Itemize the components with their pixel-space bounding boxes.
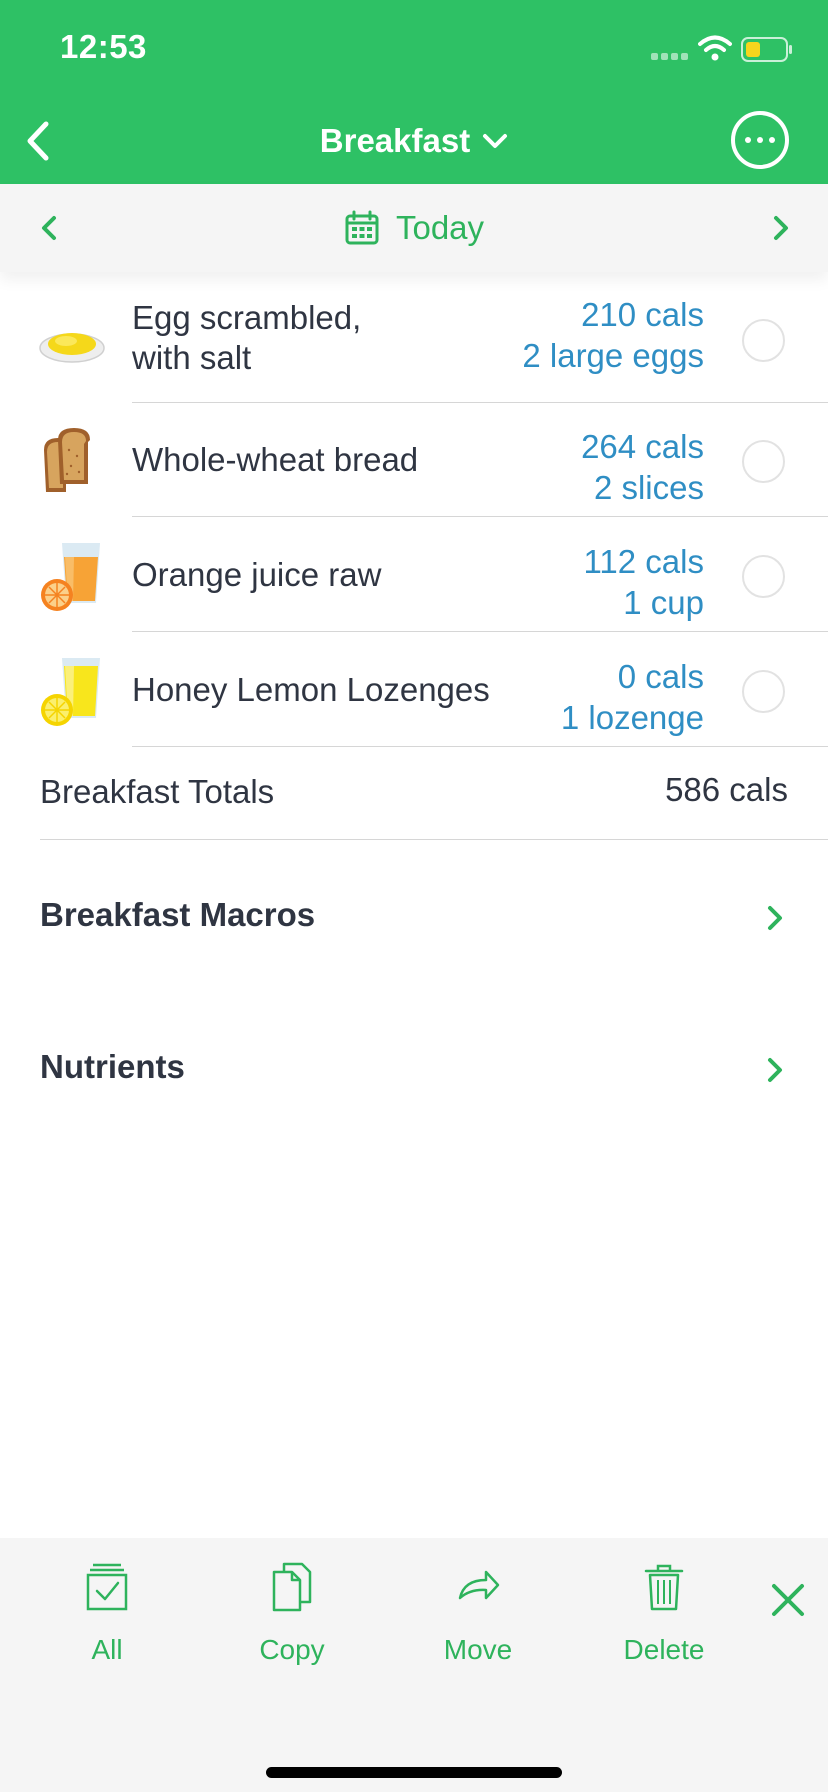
food-calories-amount: 264 cals 2 slices bbox=[581, 428, 704, 506]
row-divider bbox=[132, 746, 828, 747]
breakfast-macros-row[interactable]: Breakfast Macros bbox=[0, 878, 828, 958]
delete-button[interactable]: Delete bbox=[584, 1562, 744, 1682]
food-row-honey-lemon[interactable]: Honey Lemon Lozenges 0 cals 1 lozenge bbox=[0, 632, 828, 747]
app-header: 12:53 Breakfast bbox=[0, 0, 828, 184]
wifi-icon bbox=[698, 35, 732, 61]
totals-divider bbox=[40, 839, 828, 840]
lemon-drink-icon bbox=[41, 658, 100, 726]
tool-label: All bbox=[91, 1634, 123, 1665]
food-name: Honey Lemon Lozenges bbox=[132, 671, 490, 708]
next-day-button[interactable] bbox=[760, 206, 800, 250]
more-options-button[interactable] bbox=[731, 111, 789, 169]
move-button[interactable]: Move bbox=[398, 1562, 558, 1682]
date-navigation: Today bbox=[0, 184, 828, 272]
food-name: Whole-wheat bread bbox=[132, 441, 419, 478]
orange-juice-icon bbox=[41, 543, 100, 611]
calendar-icon bbox=[345, 210, 379, 245]
food-calories-amount: 210 cals 2 large eggs bbox=[522, 296, 704, 374]
select-all-button[interactable]: All bbox=[27, 1562, 187, 1682]
bread-icon bbox=[44, 428, 90, 492]
food-calories-amount: 0 cals 1 lozenge bbox=[560, 658, 704, 736]
tool-label: Copy bbox=[259, 1634, 325, 1665]
meal-selector[interactable]: Breakfast bbox=[0, 116, 828, 166]
section-label: Nutrients bbox=[40, 1048, 185, 1085]
close-button[interactable] bbox=[766, 1578, 810, 1622]
more-dot-icon bbox=[757, 137, 763, 143]
battery-icon bbox=[741, 37, 792, 62]
more-dot-icon bbox=[745, 137, 751, 143]
food-name: Egg scrambled, with salt bbox=[132, 299, 362, 376]
totals-value: 586 cals bbox=[665, 771, 788, 808]
select-checkbox[interactable] bbox=[742, 440, 785, 483]
home-indicator[interactable] bbox=[266, 1767, 562, 1778]
edit-toolbar: All Copy Move Delete bbox=[0, 1538, 828, 1792]
section-label: Breakfast Macros bbox=[40, 896, 316, 933]
trash-icon bbox=[644, 1564, 684, 1611]
tool-label: Move bbox=[443, 1634, 513, 1665]
food-row-bread[interactable]: Whole-wheat bread 264 cals 2 slices bbox=[0, 402, 828, 517]
food-calories-amount: 112 cals 1 cup bbox=[583, 543, 704, 621]
totals-label: Breakfast Totals bbox=[40, 773, 275, 810]
food-row-scrambled-egg[interactable]: Egg scrambled, with salt 210 cals 2 larg… bbox=[0, 290, 828, 403]
cellular-signal-icon bbox=[651, 53, 691, 61]
select-all-icon bbox=[86, 1563, 128, 1611]
select-checkbox[interactable] bbox=[742, 319, 785, 362]
more-dot-icon bbox=[769, 137, 775, 143]
date-label[interactable]: Today bbox=[396, 209, 484, 247]
chevron-right-icon bbox=[768, 906, 782, 930]
chevron-right-icon bbox=[768, 1058, 782, 1082]
select-checkbox[interactable] bbox=[742, 670, 785, 713]
select-checkbox[interactable] bbox=[742, 555, 785, 598]
page-title: Breakfast bbox=[319, 122, 471, 159]
food-row-orange-juice[interactable]: Orange juice raw 112 cals 1 cup bbox=[0, 517, 828, 632]
move-arrow-icon bbox=[458, 1570, 500, 1600]
copy-icon bbox=[272, 1562, 312, 1612]
tool-label: Delete bbox=[623, 1634, 705, 1665]
status-time: 12:53 bbox=[60, 28, 147, 65]
copy-button[interactable]: Copy bbox=[212, 1562, 372, 1682]
scrambled-egg-icon bbox=[39, 333, 105, 363]
chevron-down-icon bbox=[483, 134, 508, 148]
food-name: Orange juice raw bbox=[132, 556, 382, 593]
nutrients-row[interactable]: Nutrients bbox=[0, 1030, 828, 1110]
